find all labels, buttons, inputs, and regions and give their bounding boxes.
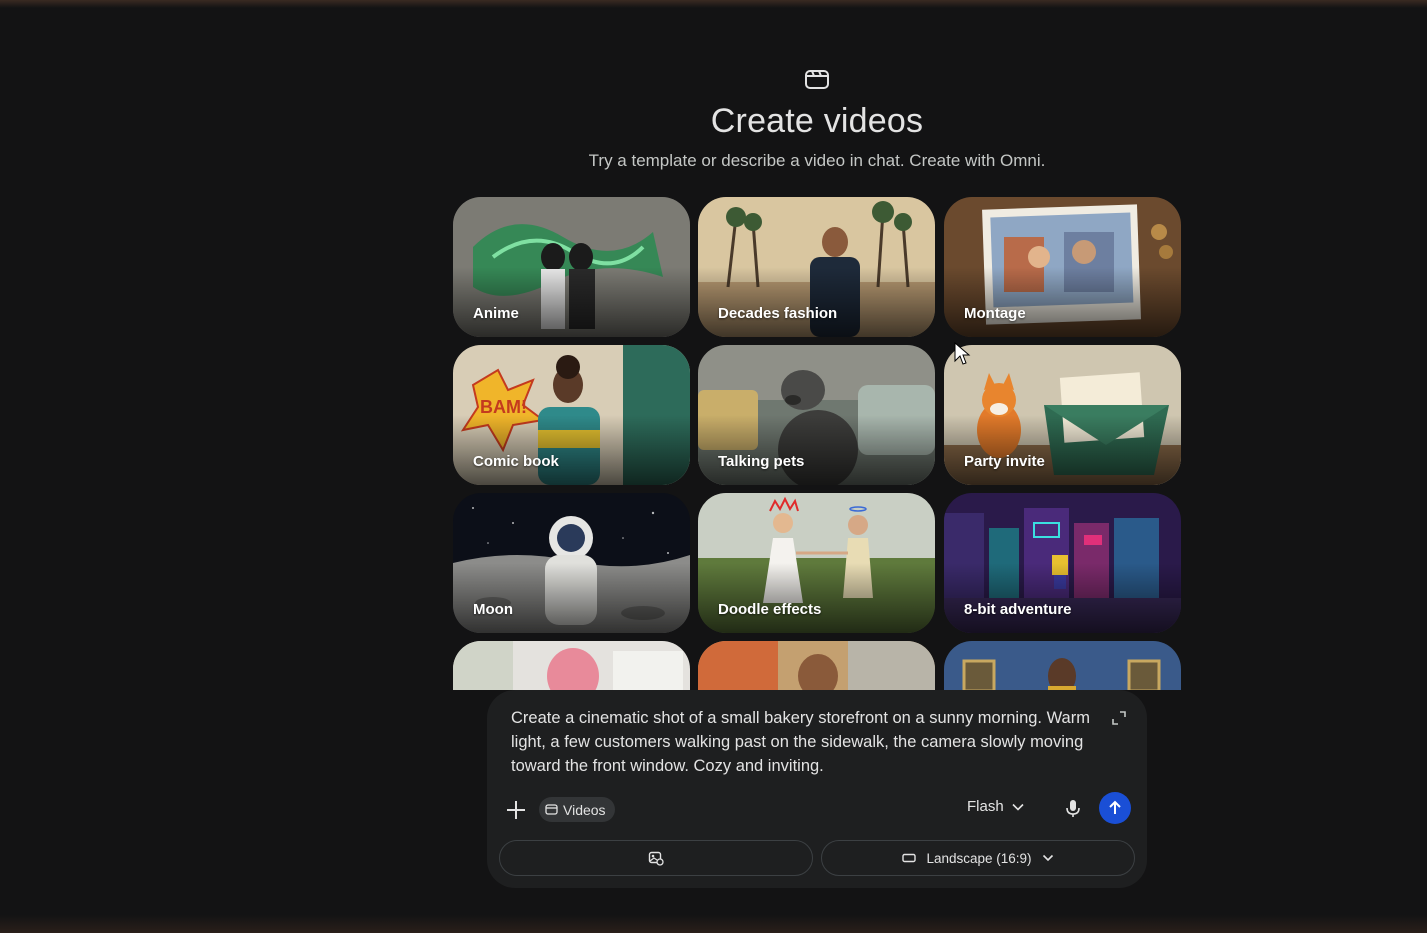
template-label: Doodle effects	[718, 601, 822, 618]
card-shade	[944, 415, 1181, 485]
video-clapper-icon	[805, 70, 829, 89]
template-label: Party invite	[964, 453, 1045, 470]
template-card-moon[interactable]: Moon	[453, 493, 690, 633]
chevron-down-icon	[1042, 854, 1053, 862]
page-subtitle: Try a template or describe a video in ch…	[588, 151, 1046, 170]
bottom-edge-glow	[0, 915, 1427, 933]
template-card-doodle-effects[interactable]: Doodle effects	[698, 493, 935, 633]
office-thumbnail	[453, 641, 690, 690]
template-card-row4-1[interactable]	[453, 641, 690, 690]
template-card-montage[interactable]: Montage	[944, 197, 1181, 337]
template-card-comic-book[interactable]: BAM! Comic book	[453, 345, 690, 485]
model-selector[interactable]: Flash	[967, 798, 1024, 815]
card-shade	[944, 563, 1181, 633]
aspect-ratio-selector[interactable]: Landscape (16:9)	[821, 840, 1135, 876]
card-shade	[453, 415, 690, 485]
aspect-ratio-label: Landscape (16:9)	[926, 850, 1032, 866]
template-grid: Anime Decades fashion Montage BAM! Comic…	[453, 197, 1181, 690]
add-icon[interactable]	[503, 797, 529, 823]
template-label: Comic book	[473, 453, 559, 470]
model-label: Flash	[967, 798, 1004, 815]
prompt-composer: Create a cinematic shot of a small baker…	[487, 690, 1147, 888]
template-card-decades-fashion[interactable]: Decades fashion	[698, 197, 935, 337]
template-label: Moon	[473, 601, 513, 618]
image-settings-icon	[648, 851, 664, 866]
template-label: 8-bit adventure	[964, 601, 1072, 618]
card-shade	[698, 563, 935, 633]
prompt-input[interactable]: Create a cinematic shot of a small baker…	[511, 706, 1101, 778]
template-label: Decades fashion	[718, 305, 838, 322]
expand-icon[interactable]	[1111, 710, 1127, 726]
mouse-cursor-icon	[954, 341, 971, 365]
svg-text:BAM!: BAM!	[480, 397, 527, 417]
gallery-thumbnail	[944, 641, 1181, 690]
template-card-talking-pets[interactable]: Talking pets	[698, 345, 935, 485]
videos-chip-label: Videos	[563, 801, 606, 818]
template-card-anime[interactable]: Anime	[453, 197, 690, 337]
template-label: Talking pets	[718, 453, 805, 470]
chevron-down-icon	[1012, 803, 1024, 811]
template-card-row4-3[interactable]	[944, 641, 1181, 690]
send-button[interactable]	[1099, 792, 1131, 824]
page-title: Create videos	[710, 102, 924, 140]
card-shade	[698, 267, 935, 337]
template-label: Anime	[473, 305, 519, 322]
videos-tool-chip[interactable]: Videos	[539, 797, 615, 822]
microphone-icon[interactable]	[1062, 797, 1084, 819]
landscape-icon	[902, 853, 917, 863]
template-card-party-invite[interactable]: Party invite	[944, 345, 1181, 485]
card-shade	[453, 267, 690, 337]
card-shade	[944, 267, 1181, 337]
reference-image-button[interactable]	[499, 840, 813, 876]
template-card-row4-2[interactable]	[698, 641, 935, 690]
template-label: Montage	[964, 305, 1026, 322]
video-clapper-icon	[545, 804, 558, 815]
card-shade	[453, 563, 690, 633]
card-shade	[698, 415, 935, 485]
top-edge-glow	[0, 0, 1427, 8]
template-card-8-bit-adventure[interactable]: 8-bit adventure	[944, 493, 1181, 633]
arrow-up-icon	[1109, 800, 1121, 814]
street-market-thumbnail	[698, 641, 935, 690]
